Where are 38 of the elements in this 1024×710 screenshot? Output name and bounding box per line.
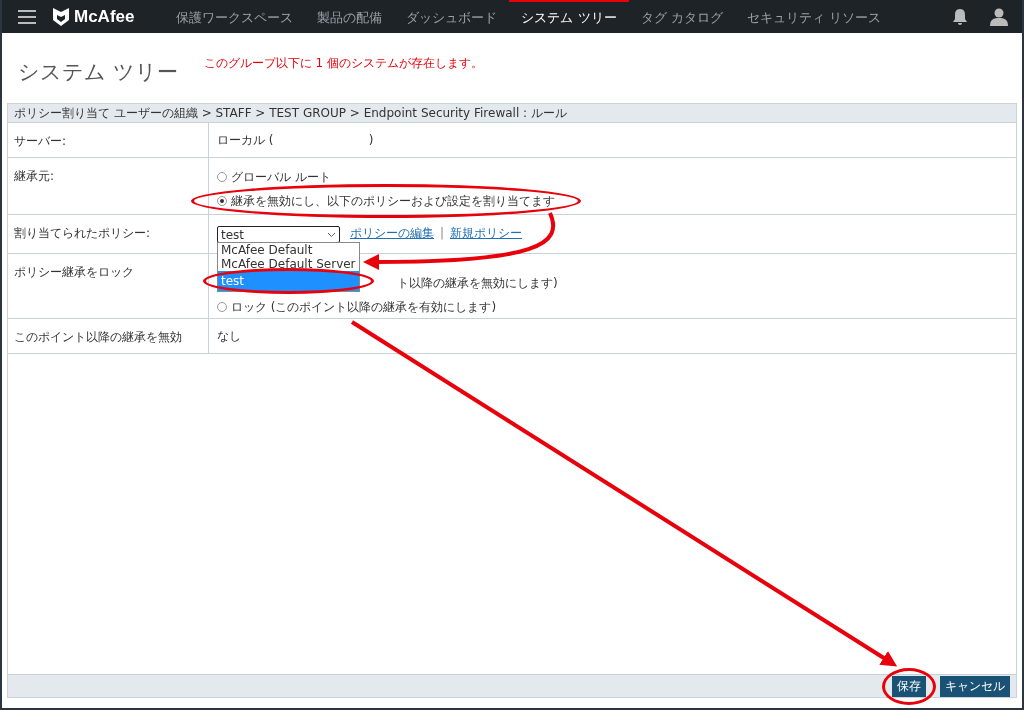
field-label: ポリシー継承をロック — [8, 254, 209, 318]
dropdown-option[interactable]: McAfee Default Server — [221, 257, 356, 271]
field-value: ローカル ( ) — [217, 133, 374, 147]
nav-tab[interactable]: システム ツリー — [509, 0, 629, 33]
dropdown-option[interactable]: test — [221, 274, 245, 288]
field-label: このポイント以降の継承を無効 — [8, 319, 209, 353]
field-label: 継承元: — [8, 158, 209, 214]
cancel-button[interactable]: キャンセル — [940, 675, 1010, 697]
radio-label: ロック (このポイント以降の継承を有効にします) — [231, 300, 497, 314]
brand-name: McAfee — [74, 6, 135, 27]
chevron-icon — [327, 231, 336, 238]
radio-button[interactable] — [217, 196, 227, 206]
nav-tab[interactable]: 製品の配備 — [305, 0, 395, 33]
field-label: サーバー: — [8, 123, 209, 157]
link-separator: | — [440, 226, 445, 240]
radio-label: ト以降の継承を無効にします) — [397, 276, 558, 290]
bell-icon[interactable] — [952, 7, 968, 26]
new-policy-link[interactable]: 新規ポリシー — [450, 226, 523, 240]
page-title: システム ツリー — [18, 59, 178, 86]
field-label: 割り当てられたポリシー: — [8, 215, 209, 253]
nav-tab[interactable]: セキュリティ リソース — [734, 0, 893, 33]
breadcrumb: ポリシー割り当て ユーザーの組織 > STAFF > TEST GROUP > Endpoint Security Firewall : ルール — [8, 104, 1016, 123]
nav-tab[interactable]: ダッシュボード — [394, 0, 510, 33]
nav-tab[interactable]: タグ カタログ — [628, 0, 735, 33]
radio-button[interactable] — [217, 302, 227, 312]
status-message: このグループ以下に 1 個のシステムが存在します。 — [203, 54, 483, 72]
radio-label: 継承を無効にし、以下のポリシーおよび設定を割り当てます — [231, 194, 555, 208]
field-value: なし — [217, 329, 241, 343]
radio-button[interactable] — [217, 172, 227, 182]
edit-policy-link[interactable]: ポリシーの編集 — [350, 226, 434, 240]
save-button[interactable]: 保存 — [892, 675, 926, 697]
shield-logo-icon — [52, 6, 70, 27]
annotation-ellipse — [882, 667, 936, 705]
dropdown-option[interactable]: McAfee Default — [221, 243, 313, 257]
user-icon[interactable] — [990, 7, 1008, 26]
nav-tab[interactable]: 保護ワークスペース — [164, 0, 306, 33]
menu-icon[interactable] — [18, 9, 36, 24]
radio-label: グローバル ルート — [231, 170, 331, 184]
